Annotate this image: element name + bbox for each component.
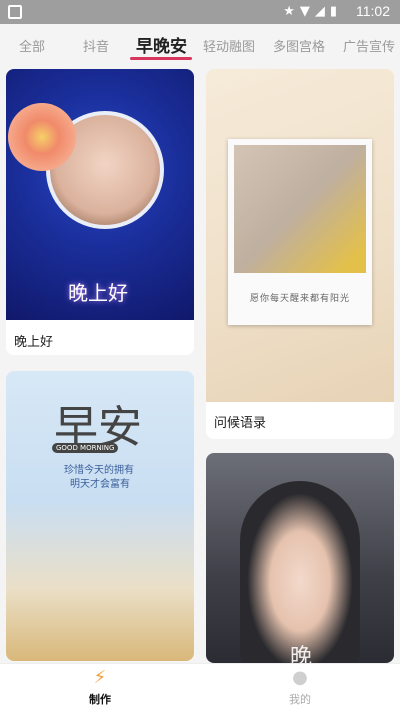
tab-grid[interactable]: 多图宫格 bbox=[273, 36, 325, 55]
tab-ads[interactable]: 广告宣传 bbox=[343, 36, 395, 55]
bottom-nav: ⚡ 制作 ● 我的 bbox=[0, 663, 400, 710]
portrait bbox=[240, 481, 360, 663]
category-tabs: 全部 抖音 早晚安 轻动融图 多图宫格 广告宣传 bbox=[0, 24, 400, 64]
nav-make[interactable]: ⚡ 制作 bbox=[60, 668, 140, 707]
polaroid-frame: 愿你每天醒来都有阳光 bbox=[228, 139, 372, 325]
nav-mine-label: 我的 bbox=[289, 693, 311, 706]
tab-morning-night[interactable]: 早晚安 bbox=[136, 32, 187, 57]
card-caption: 晚上好 bbox=[14, 335, 54, 350]
overlay-line-1: 珍惜今天的拥有 bbox=[64, 465, 134, 476]
card-image: 晚上好 bbox=[6, 69, 194, 320]
overlay-text: 晚 bbox=[290, 645, 313, 663]
status-bar: ★▼◢▮ 11:02 bbox=[0, 0, 400, 24]
overlay-badge: GOOD MORNING bbox=[52, 443, 119, 453]
photo bbox=[234, 145, 366, 273]
template-card-good-morning[interactable]: 早安 GOOD MORNING 珍惜今天的拥有 明天才会富有 bbox=[6, 371, 194, 661]
active-tab-indicator bbox=[130, 57, 192, 60]
duck-icon: ● bbox=[292, 667, 308, 688]
nav-mine[interactable]: ● 我的 bbox=[260, 668, 340, 707]
flower-decoration bbox=[8, 103, 76, 171]
status-time: 11:02 bbox=[356, 3, 390, 19]
lightning-icon: ⚡ bbox=[93, 667, 107, 688]
tab-douyin[interactable]: 抖音 bbox=[83, 36, 109, 55]
overlay-text: 晚上好 bbox=[68, 281, 128, 305]
tab-light-motion[interactable]: 轻动融图 bbox=[203, 36, 255, 55]
card-image: 愿你每天醒来都有阳光 bbox=[206, 69, 394, 402]
template-card-good-evening[interactable]: 晚上好 晚上好 bbox=[6, 69, 194, 355]
template-card-portrait[interactable]: 晚 bbox=[206, 453, 394, 663]
tab-all[interactable]: 全部 bbox=[19, 36, 45, 55]
template-card-greeting-quotes[interactable]: 愿你每天醒来都有阳光 问候语录 bbox=[206, 69, 394, 439]
overlay-line-2: 明天才会富有 bbox=[70, 479, 130, 490]
card-caption: 问候语录 bbox=[214, 416, 267, 431]
overlay-text: 愿你每天醒来都有阳光 bbox=[249, 294, 350, 304]
status-icons: ★▼◢▮ bbox=[283, 4, 342, 19]
nav-make-label: 制作 bbox=[89, 693, 111, 706]
notification-icon bbox=[8, 5, 22, 19]
card-image: 早安 GOOD MORNING 珍惜今天的拥有 明天才会富有 bbox=[6, 371, 194, 661]
card-image: 晚 bbox=[206, 453, 394, 663]
